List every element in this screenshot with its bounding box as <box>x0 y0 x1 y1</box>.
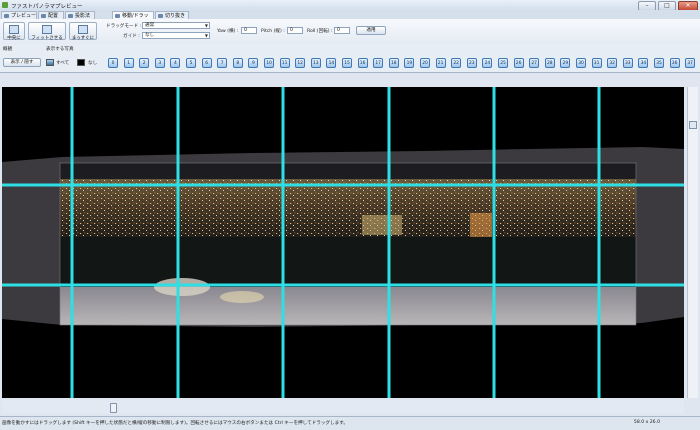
image-toggle-35[interactable]: 35 <box>654 58 664 68</box>
straighten-button[interactable]: まっすぐに <box>69 22 97 41</box>
drag-mode-select[interactable]: 通常 ▼ <box>142 22 210 29</box>
image-toggle-31[interactable]: 31 <box>591 58 602 68</box>
guide-line-horizontal <box>2 283 684 287</box>
window-title: ファストパノラマプレビュー <box>11 4 83 10</box>
ribbon: 中央に フィットさせる まっすぐに ドラッグモード : 通常 ▼ ガイド : なし… <box>0 19 700 45</box>
no-images-icon <box>77 59 85 66</box>
apply-button[interactable]: 適用 <box>356 26 386 35</box>
panorama-photo <box>2 147 684 327</box>
guide-line-vertical <box>70 87 74 398</box>
tab-crop[interactable]: 切り抜き <box>155 11 189 19</box>
outline-label: 概観 <box>3 47 13 52</box>
image-toggle-30[interactable]: 30 <box>576 58 586 68</box>
roll-label: Roll (回転) : <box>307 29 333 34</box>
image-toggle-2[interactable]: 2 <box>139 58 150 68</box>
image-toggle-7[interactable]: 7 <box>217 58 228 68</box>
image-toggle-13[interactable]: 13 <box>310 58 321 68</box>
all-images-icon <box>46 59 54 66</box>
guide-label: ガイド : <box>123 34 140 39</box>
tab-layout[interactable]: 配置 <box>38 11 64 19</box>
image-toggle-24[interactable]: 24 <box>482 58 493 68</box>
tab-preview[interactable]: プレビュー <box>1 11 37 19</box>
layout-icon <box>41 13 46 18</box>
pitch-input[interactable]: 0 <box>287 27 303 34</box>
yaw-input[interactable]: 0 <box>241 27 257 34</box>
projection-icon <box>68 13 73 18</box>
image-toggle-14[interactable]: 14 <box>326 58 337 68</box>
horizontal-scrollbar[interactable] <box>2 400 684 414</box>
guide-line-vertical <box>597 87 601 398</box>
image-toggle-28[interactable]: 28 <box>544 58 555 68</box>
panorama-viewport[interactable] <box>2 87 684 398</box>
pitch-label: Pitch (縦) : <box>261 29 285 34</box>
image-toggle-5[interactable]: 5 <box>186 58 196 68</box>
vertical-scrollbar[interactable] <box>687 87 698 398</box>
tab-move-drag[interactable]: 移動/ドラッグ <box>112 11 154 27</box>
drag-mode-label: ドラッグモード : <box>106 24 142 29</box>
preview-icon <box>4 13 9 18</box>
image-toggle-0[interactable]: 0 <box>108 58 118 68</box>
horizontal-scroll-thumb[interactable] <box>110 403 117 413</box>
image-toggle-15[interactable]: 15 <box>342 58 352 68</box>
panorama-canvas[interactable] <box>2 87 684 398</box>
no-images-button[interactable]: なし <box>88 60 97 66</box>
image-toggle-29[interactable]: 29 <box>560 58 571 68</box>
image-toggle-32[interactable]: 32 <box>607 58 618 68</box>
fit-button[interactable]: フィットさせる <box>28 22 66 41</box>
image-toggle-4[interactable]: 4 <box>170 58 181 68</box>
image-toggle-3[interactable]: 3 <box>154 58 165 68</box>
image-toggle-20[interactable]: 20 <box>420 58 430 68</box>
image-toggle-12[interactable]: 12 <box>295 58 306 68</box>
chevron-down-icon: ▼ <box>204 33 208 38</box>
image-toggle-27[interactable]: 27 <box>529 58 540 68</box>
guide-line-vertical <box>176 87 180 398</box>
app-icon <box>2 2 8 8</box>
image-toggle-23[interactable]: 23 <box>466 58 477 68</box>
image-toggle-6[interactable]: 6 <box>201 58 212 68</box>
guide-line-horizontal <box>2 183 684 187</box>
roll-input[interactable]: 0 <box>334 27 350 34</box>
crop-icon <box>158 13 163 18</box>
straighten-icon <box>78 25 88 34</box>
image-toggle-1[interactable]: 1 <box>123 58 134 68</box>
show-hide-button[interactable]: 表示 / 隠す <box>3 58 41 67</box>
image-toggle-18[interactable]: 18 <box>388 58 399 68</box>
image-toggle-8[interactable]: 8 <box>232 58 243 68</box>
guide-line-vertical <box>387 87 391 398</box>
center-icon <box>9 25 19 34</box>
guide-line-vertical <box>281 87 285 398</box>
guide-select[interactable]: なし ▼ <box>142 32 210 39</box>
guide-line-vertical <box>492 87 496 398</box>
image-toggle-21[interactable]: 21 <box>435 58 446 68</box>
image-toggle-11[interactable]: 11 <box>279 58 290 68</box>
yaw-label: Yaw (横) : <box>217 29 239 34</box>
fit-icon <box>42 25 52 34</box>
fov-readout: 58.0 x 26.0 <box>633 420 660 425</box>
image-toggle-10[interactable]: 10 <box>264 58 274 68</box>
status-message: 画像を動かすにはドラッグします (Shift キーを押した状態だと横/縦の移動に… <box>2 421 348 426</box>
image-toggle-9[interactable]: 9 <box>248 58 259 68</box>
image-toggle-22[interactable]: 22 <box>451 58 462 68</box>
image-toggle-37[interactable]: 37 <box>685 58 696 68</box>
image-toggle-17[interactable]: 17 <box>373 58 384 68</box>
vertical-scroll-thumb[interactable] <box>689 121 697 129</box>
images-label: 表示する写真 <box>46 47 74 52</box>
image-toggle-34[interactable]: 34 <box>638 58 649 68</box>
chevron-down-icon: ▼ <box>204 23 208 28</box>
center-button[interactable]: 中央に <box>3 22 25 41</box>
image-toggle-36[interactable]: 36 <box>669 58 680 68</box>
move-icon <box>115 13 120 18</box>
image-toggle-19[interactable]: 19 <box>404 58 415 68</box>
image-toggle-16[interactable]: 16 <box>357 58 368 68</box>
image-toggle-26[interactable]: 26 <box>513 58 524 68</box>
all-images-button[interactable]: すべて <box>56 60 69 66</box>
image-toggle-25[interactable]: 25 <box>498 58 508 68</box>
tab-projection[interactable]: 投影法 <box>65 11 95 19</box>
image-toggle-33[interactable]: 33 <box>622 58 633 68</box>
status-bar: 画像を動かすにはドラッグします (Shift キーを押した状態だと横/縦の移動に… <box>0 416 700 430</box>
